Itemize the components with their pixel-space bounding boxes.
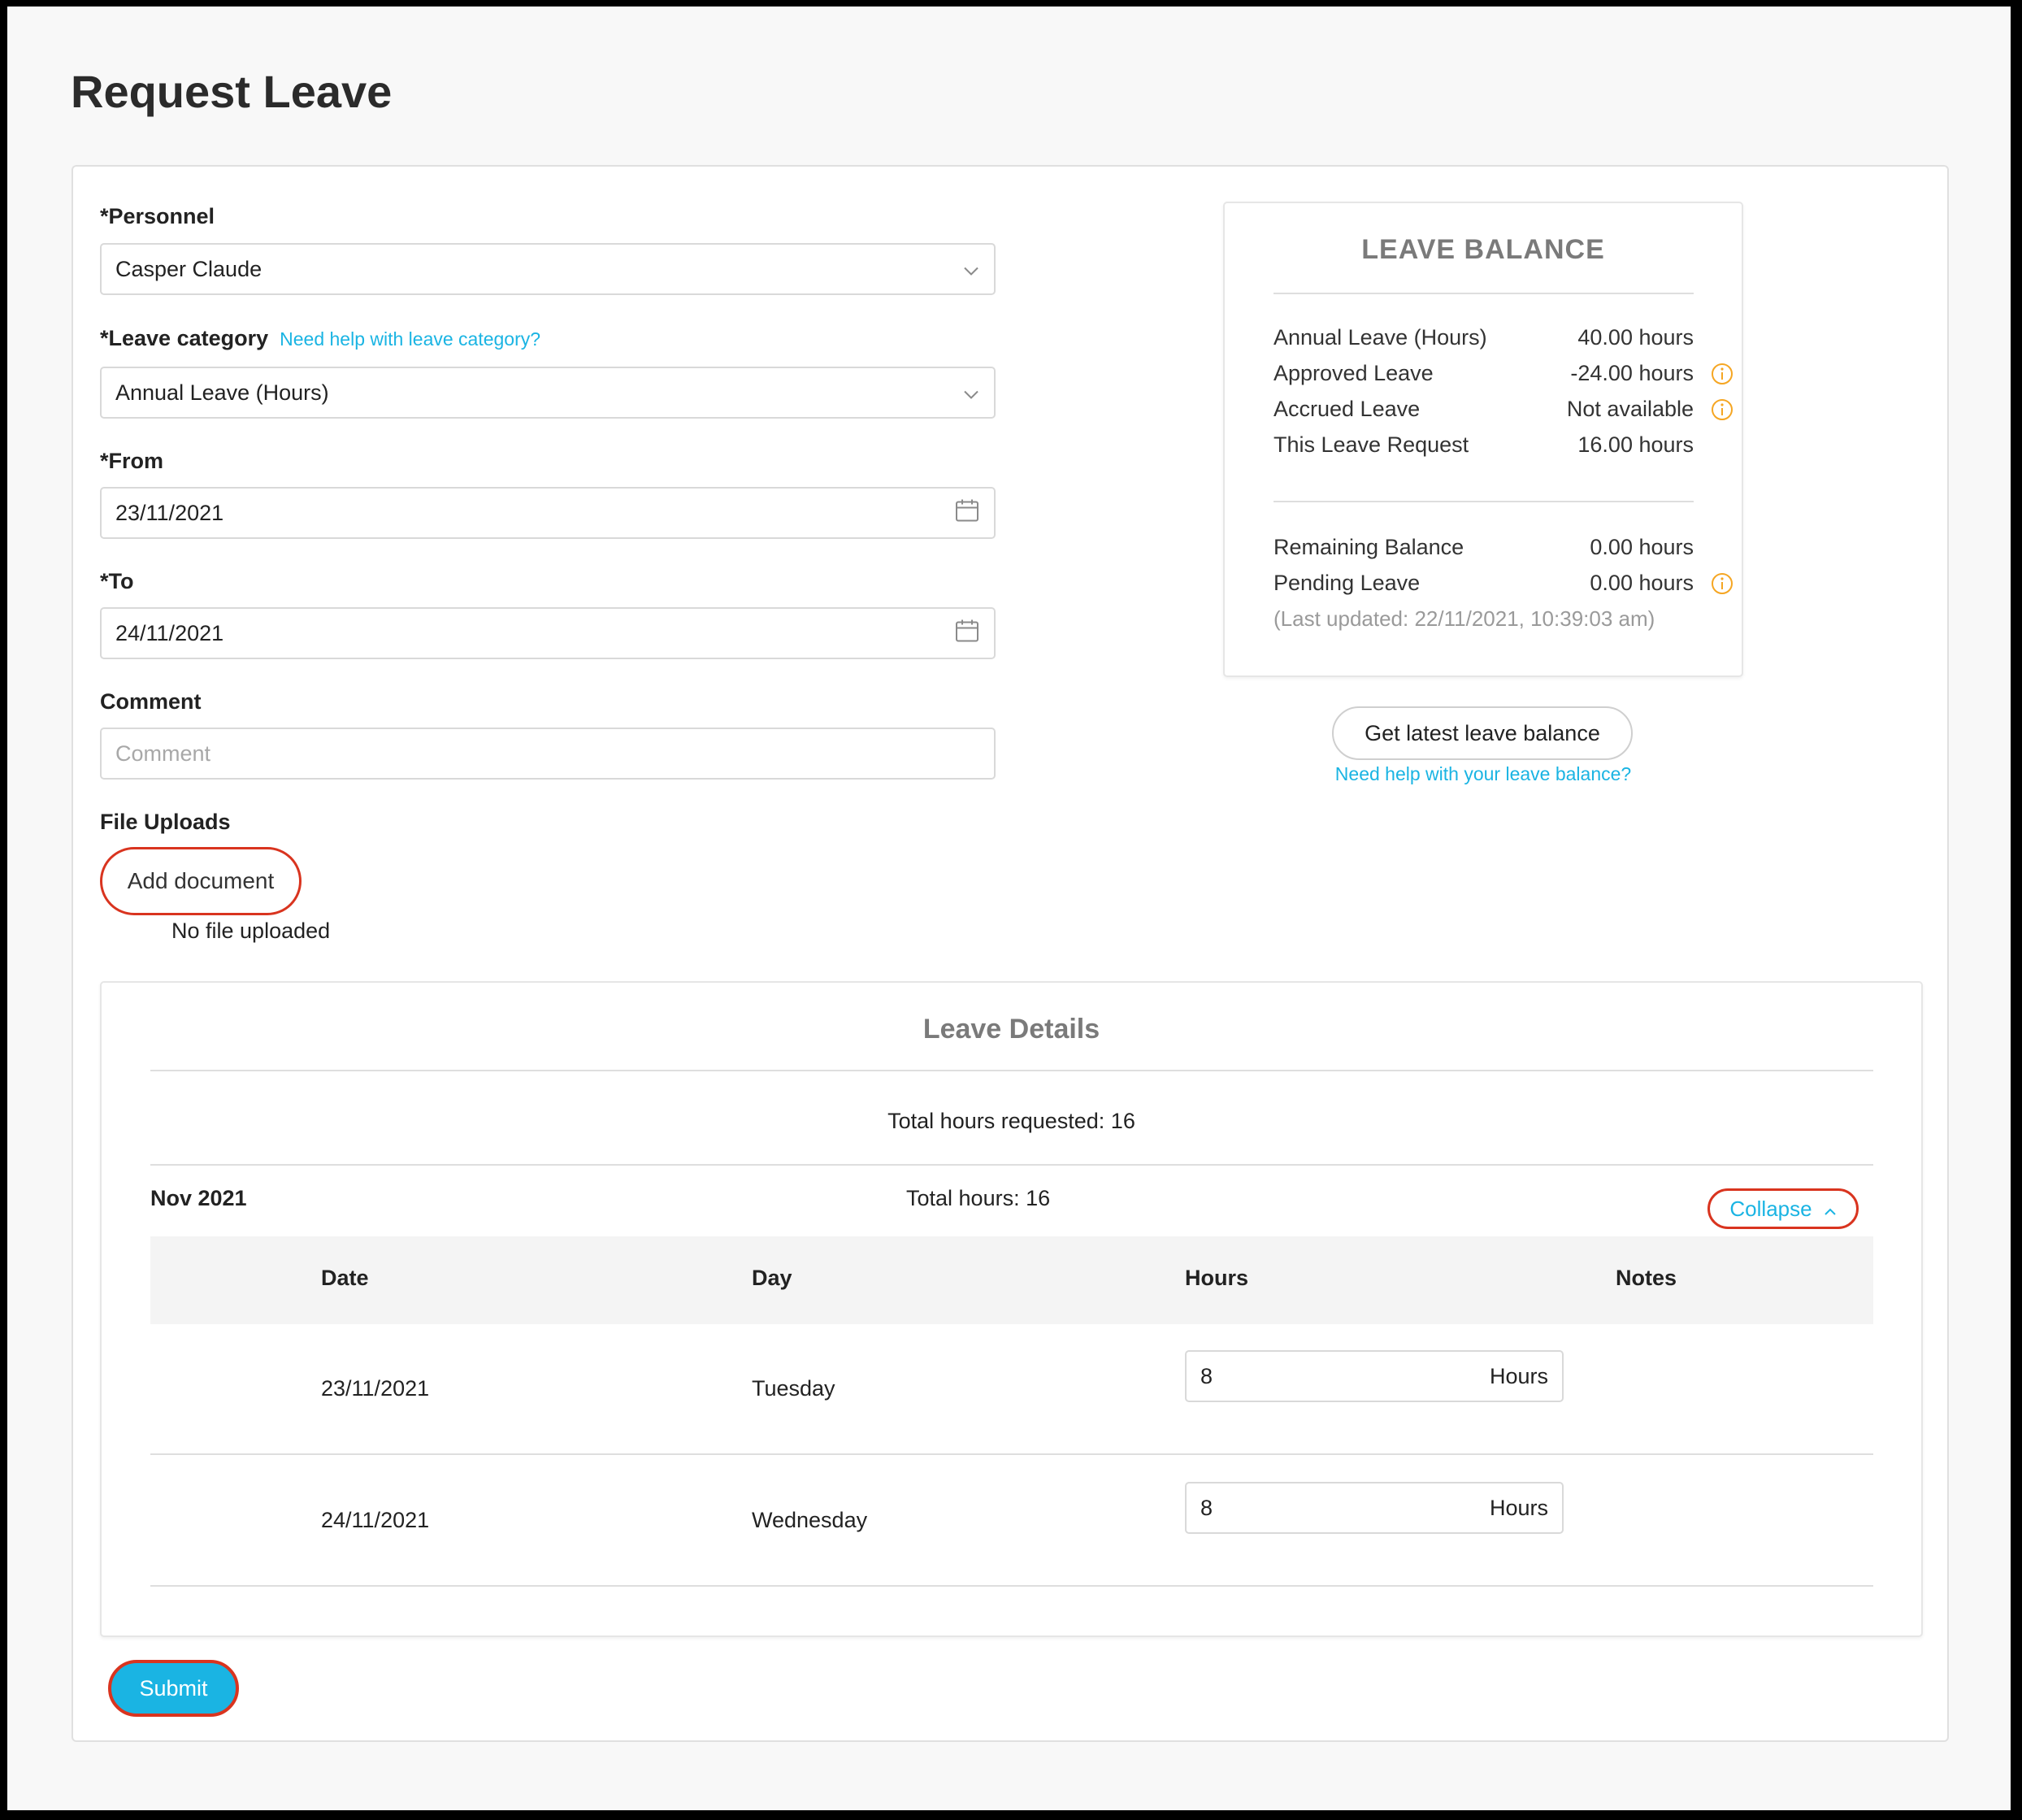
divider (1274, 501, 1694, 502)
divider (1274, 293, 1694, 294)
chevron-up-icon (1824, 1197, 1837, 1222)
row-date: 23/11/2021 (321, 1376, 430, 1401)
hours-input[interactable]: 8 Hours (1185, 1482, 1564, 1534)
balance-row-annual: Annual Leave (Hours) 40.00 hours (1274, 325, 1694, 350)
personnel-select[interactable]: Casper Claude (100, 243, 996, 295)
divider (150, 1070, 1873, 1071)
total-hours-requested: Total hours requested: 16 (887, 1109, 1135, 1133)
submit-button[interactable]: Submit (108, 1660, 239, 1717)
month-total-hours: Total hours: 16 (906, 1186, 1051, 1210)
add-document-button[interactable]: Add document (100, 847, 302, 915)
request-leave-card: *Personnel Casper Claude *Leave category… (72, 165, 1949, 1742)
column-header-hours: Hours (1185, 1266, 1249, 1290)
row-date: 24/11/2021 (321, 1508, 430, 1532)
balance-row-accrued: Accrued Leave Not available (1274, 397, 1694, 422)
get-latest-balance-button[interactable]: Get latest leave balance (1332, 706, 1633, 760)
balance-row-remaining: Remaining Balance 0.00 hours (1274, 535, 1694, 560)
page-frame: Request Leave *Personnel Casper Claude *… (7, 7, 2011, 1810)
balance-label: Approved Leave (1274, 361, 1434, 385)
calendar-icon[interactable] (955, 619, 979, 649)
personnel-value: Casper Claude (115, 256, 263, 281)
hours-unit: Hours (1489, 1363, 1548, 1388)
hours-value: 8 (1200, 1495, 1213, 1520)
balance-value: 0.00 hours (1590, 535, 1694, 559)
table-header: Date Day Hours Notes (150, 1236, 1873, 1324)
from-date-value: 23/11/2021 (115, 500, 224, 525)
collapse-button[interactable]: Collapse (1707, 1188, 1859, 1229)
column-header-notes: Notes (1616, 1266, 1677, 1290)
balance-row-approved: Approved Leave -24.00 hours (1274, 361, 1694, 386)
leave-balance-title: LEAVE BALANCE (1361, 234, 1605, 265)
file-upload-status: No file uploaded (171, 919, 331, 943)
column-header-date: Date (321, 1266, 369, 1290)
month-label: Nov 2021 (150, 1186, 247, 1210)
to-date-input[interactable]: 24/11/2021 (100, 607, 996, 659)
leave-category-select[interactable]: Annual Leave (Hours) (100, 367, 996, 419)
info-icon[interactable] (1711, 398, 1733, 421)
to-label: *To (100, 569, 134, 593)
balance-label: This Leave Request (1274, 432, 1469, 457)
chevron-down-icon (963, 380, 979, 406)
hours-input[interactable]: 8 Hours (1185, 1350, 1564, 1402)
leave-details-title: Leave Details (922, 1014, 1100, 1045)
divider (150, 1453, 1873, 1455)
row-day: Wednesday (752, 1508, 868, 1532)
divider (150, 1164, 1873, 1166)
info-icon[interactable] (1711, 572, 1733, 595)
hours-unit: Hours (1489, 1495, 1548, 1520)
column-header-day: Day (752, 1266, 792, 1290)
leave-balance-help-link[interactable]: Need help with your leave balance? (1223, 763, 1743, 785)
last-updated-text: (Last updated: 22/11/2021, 10:39:03 am) (1274, 606, 1655, 631)
balance-label: Annual Leave (Hours) (1274, 325, 1487, 350)
balance-label: Accrued Leave (1274, 397, 1421, 421)
balance-value: Not available (1566, 397, 1694, 421)
collapse-label: Collapse (1729, 1196, 1812, 1221)
row-day: Tuesday (752, 1376, 835, 1401)
comment-placeholder: Comment (115, 741, 211, 766)
balance-row-pending: Pending Leave 0.00 hours (1274, 571, 1694, 596)
balance-value: 16.00 hours (1577, 432, 1694, 457)
balance-row-this-request: This Leave Request 16.00 hours (1274, 432, 1694, 458)
personnel-label: *Personnel (100, 204, 215, 228)
balance-label: Remaining Balance (1274, 535, 1464, 559)
balance-value: 0.00 hours (1590, 571, 1694, 595)
info-icon[interactable] (1711, 363, 1733, 385)
leave-details-panel: Leave Details Total hours requested: 16 … (100, 981, 1923, 1637)
calendar-icon[interactable] (955, 498, 979, 528)
chevron-down-icon (963, 257, 979, 282)
file-uploads-label: File Uploads (100, 810, 231, 834)
from-label: *From (100, 449, 164, 473)
to-date-value: 24/11/2021 (115, 620, 224, 645)
balance-value: 40.00 hours (1577, 325, 1694, 350)
leave-category-label: *Leave category (100, 326, 269, 350)
leave-category-help-link[interactable]: Need help with leave category? (280, 328, 540, 350)
comment-input[interactable]: Comment (100, 728, 996, 780)
leave-balance-panel: LEAVE BALANCE Annual Leave (Hours) 40.00… (1223, 202, 1743, 677)
leave-category-label-group: *Leave category Need help with leave cate… (100, 326, 540, 351)
from-date-input[interactable]: 23/11/2021 (100, 487, 996, 539)
balance-value: -24.00 hours (1570, 361, 1694, 385)
page-title: Request Leave (71, 66, 393, 117)
comment-label: Comment (100, 689, 202, 714)
hours-value: 8 (1200, 1363, 1213, 1388)
balance-label: Pending Leave (1274, 571, 1421, 595)
divider (150, 1585, 1873, 1587)
leave-category-value: Annual Leave (Hours) (115, 380, 329, 405)
